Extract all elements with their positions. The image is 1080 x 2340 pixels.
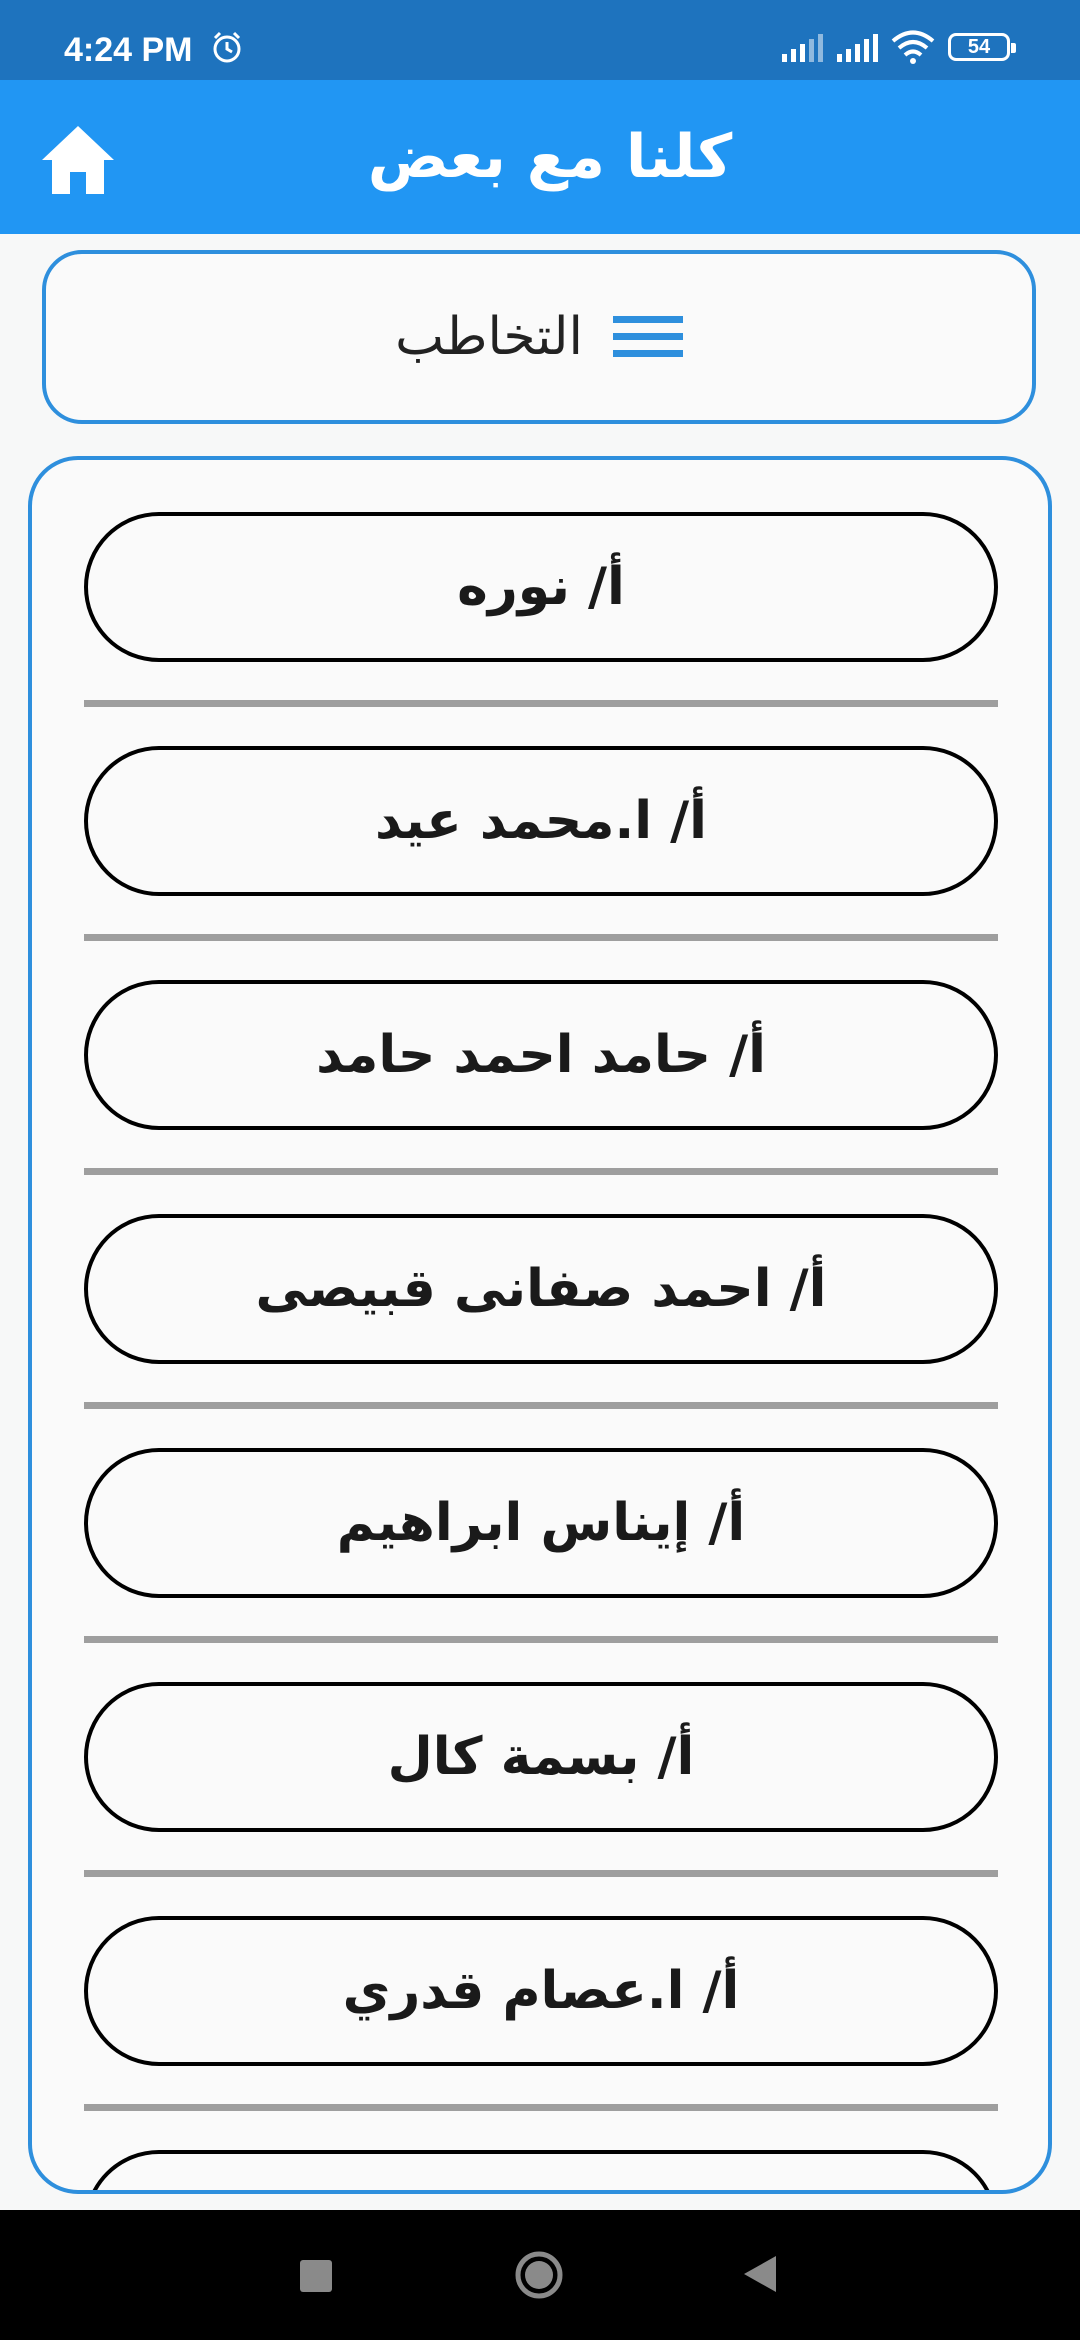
divider <box>84 1870 998 1877</box>
navigation-bar <box>0 2210 1080 2340</box>
divider <box>84 700 998 707</box>
menu-icon[interactable] <box>612 312 683 362</box>
app-title: كلنا مع بعض <box>367 122 733 192</box>
divider <box>84 934 998 941</box>
status-time: 4:24 PM <box>64 31 193 69</box>
list-item[interactable]: أ/ ا.عصام قدري <box>84 1916 998 2066</box>
wifi-icon <box>891 30 935 64</box>
divider <box>84 2104 998 2111</box>
list-item-label: أ/ بسمة كال <box>387 1727 695 1787</box>
category-label: التخاطب <box>395 307 583 367</box>
list-item-label: أ/ حامد احمد حامد <box>316 1025 766 1085</box>
category-card[interactable]: التخاطب <box>42 250 1036 424</box>
home-circle-icon[interactable] <box>514 2250 564 2300</box>
list-item[interactable]: أ/ حامد احمد حامد <box>84 980 998 1130</box>
list-item-label: أ/ احمد صفانى قبيصى <box>255 1259 827 1319</box>
signal-icon <box>782 34 823 62</box>
battery-icon: 54 <box>948 33 1016 61</box>
list-item-label: أ/ نوره <box>457 557 625 617</box>
recent-apps-icon[interactable] <box>300 2260 332 2292</box>
list-item-label: أ/ ا.عصام قدري <box>342 1961 740 2021</box>
divider <box>84 1402 998 1409</box>
alarm-icon <box>213 31 241 63</box>
list-item[interactable]: أ/ ا.محمد عيد <box>84 746 998 896</box>
app-bar: كلنا مع بعض <box>0 80 1080 234</box>
list-item[interactable]: أ/ إيناس ابراهيم <box>84 1448 998 1598</box>
list-item-partial[interactable] <box>84 2150 998 2190</box>
signal-icon <box>837 34 878 62</box>
battery-level: 54 <box>967 36 991 58</box>
list-item[interactable]: أ/ احمد صفانى قبيصى <box>84 1214 998 1364</box>
list-item[interactable]: أ/ نوره <box>84 512 998 662</box>
status-bar: 4:24 PM 54 <box>0 0 1080 80</box>
list-item[interactable]: أ/ بسمة كال <box>84 1682 998 1832</box>
teacher-list[interactable]: أ/ نوره أ/ ا.محمد عيد أ/ حامد احمد حامد … <box>28 456 1052 2194</box>
list-item-label: أ/ إيناس ابراهيم <box>336 1493 746 1553</box>
divider <box>84 1636 998 1643</box>
divider <box>84 1168 998 1175</box>
back-icon[interactable] <box>742 2254 778 2294</box>
list-item-label: أ/ ا.محمد عيد <box>375 791 707 851</box>
